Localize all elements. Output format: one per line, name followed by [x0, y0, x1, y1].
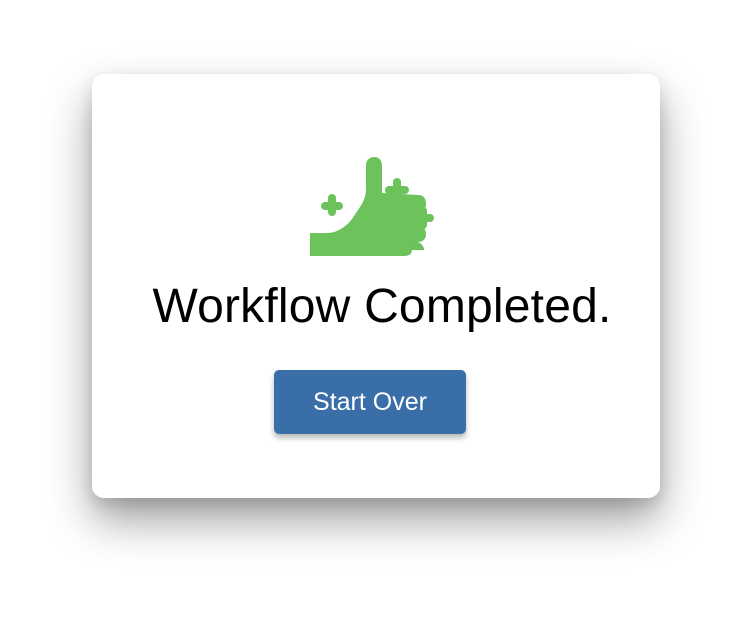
start-over-button[interactable]: Start Over — [274, 370, 466, 434]
completion-dialog: Workflow Completed. Start Over — [92, 74, 660, 498]
completion-title: Workflow Completed. — [152, 280, 612, 333]
thumbs-up-sparkle-icon — [310, 157, 434, 256]
